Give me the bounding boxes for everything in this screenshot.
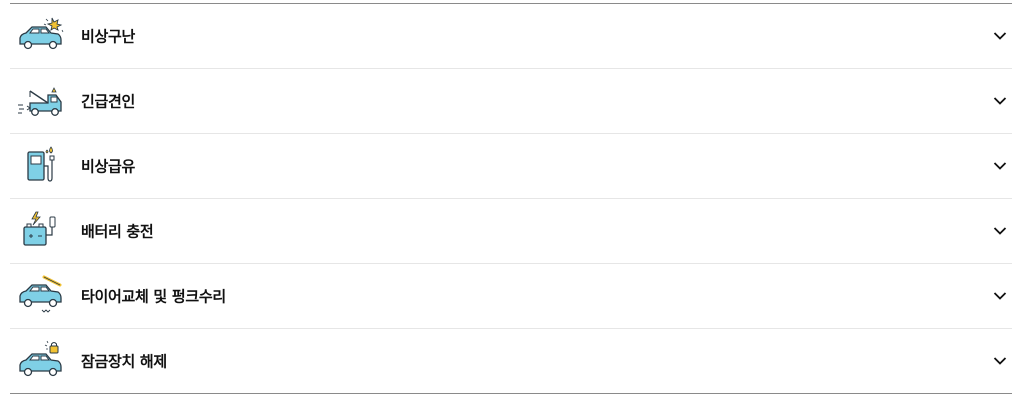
car-spark-icon [16, 14, 64, 58]
service-label: 긴급견인 [81, 92, 136, 111]
service-item-emergency-towing[interactable]: 긴급견인 [10, 69, 1012, 134]
roadside-service-accordion: 비상구난 긴급견인 비상급유 배터리 충전 타이어교체 및 펑크수리 잠금장치 … [10, 3, 1012, 394]
tow-truck-icon [16, 79, 64, 123]
service-label: 배터리 충전 [81, 222, 154, 241]
chevron-down-icon[interactable] [993, 226, 1007, 236]
chevron-down-icon[interactable] [993, 291, 1007, 301]
service-item-tire-repair[interactable]: 타이어교체 및 펑크수리 [10, 264, 1012, 329]
chevron-down-icon[interactable] [993, 31, 1007, 41]
service-item-lock-release[interactable]: 잠금장치 해제 [10, 329, 1012, 394]
battery-charge-icon [16, 209, 64, 253]
chevron-down-icon[interactable] [993, 356, 1007, 366]
service-label: 비상구난 [81, 27, 136, 46]
service-item-battery-charge[interactable]: 배터리 충전 [10, 199, 1012, 264]
tire-wrench-icon [16, 274, 64, 318]
service-item-emergency-rescue[interactable]: 비상구난 [10, 4, 1012, 69]
service-label: 잠금장치 해제 [81, 352, 167, 371]
car-lock-icon [16, 339, 64, 383]
service-label: 비상급유 [81, 157, 136, 176]
service-label: 타이어교체 및 펑크수리 [81, 287, 226, 306]
chevron-down-icon[interactable] [993, 96, 1007, 106]
fuel-pump-icon [16, 144, 64, 188]
service-item-emergency-fuel[interactable]: 비상급유 [10, 134, 1012, 199]
chevron-down-icon[interactable] [993, 161, 1007, 171]
